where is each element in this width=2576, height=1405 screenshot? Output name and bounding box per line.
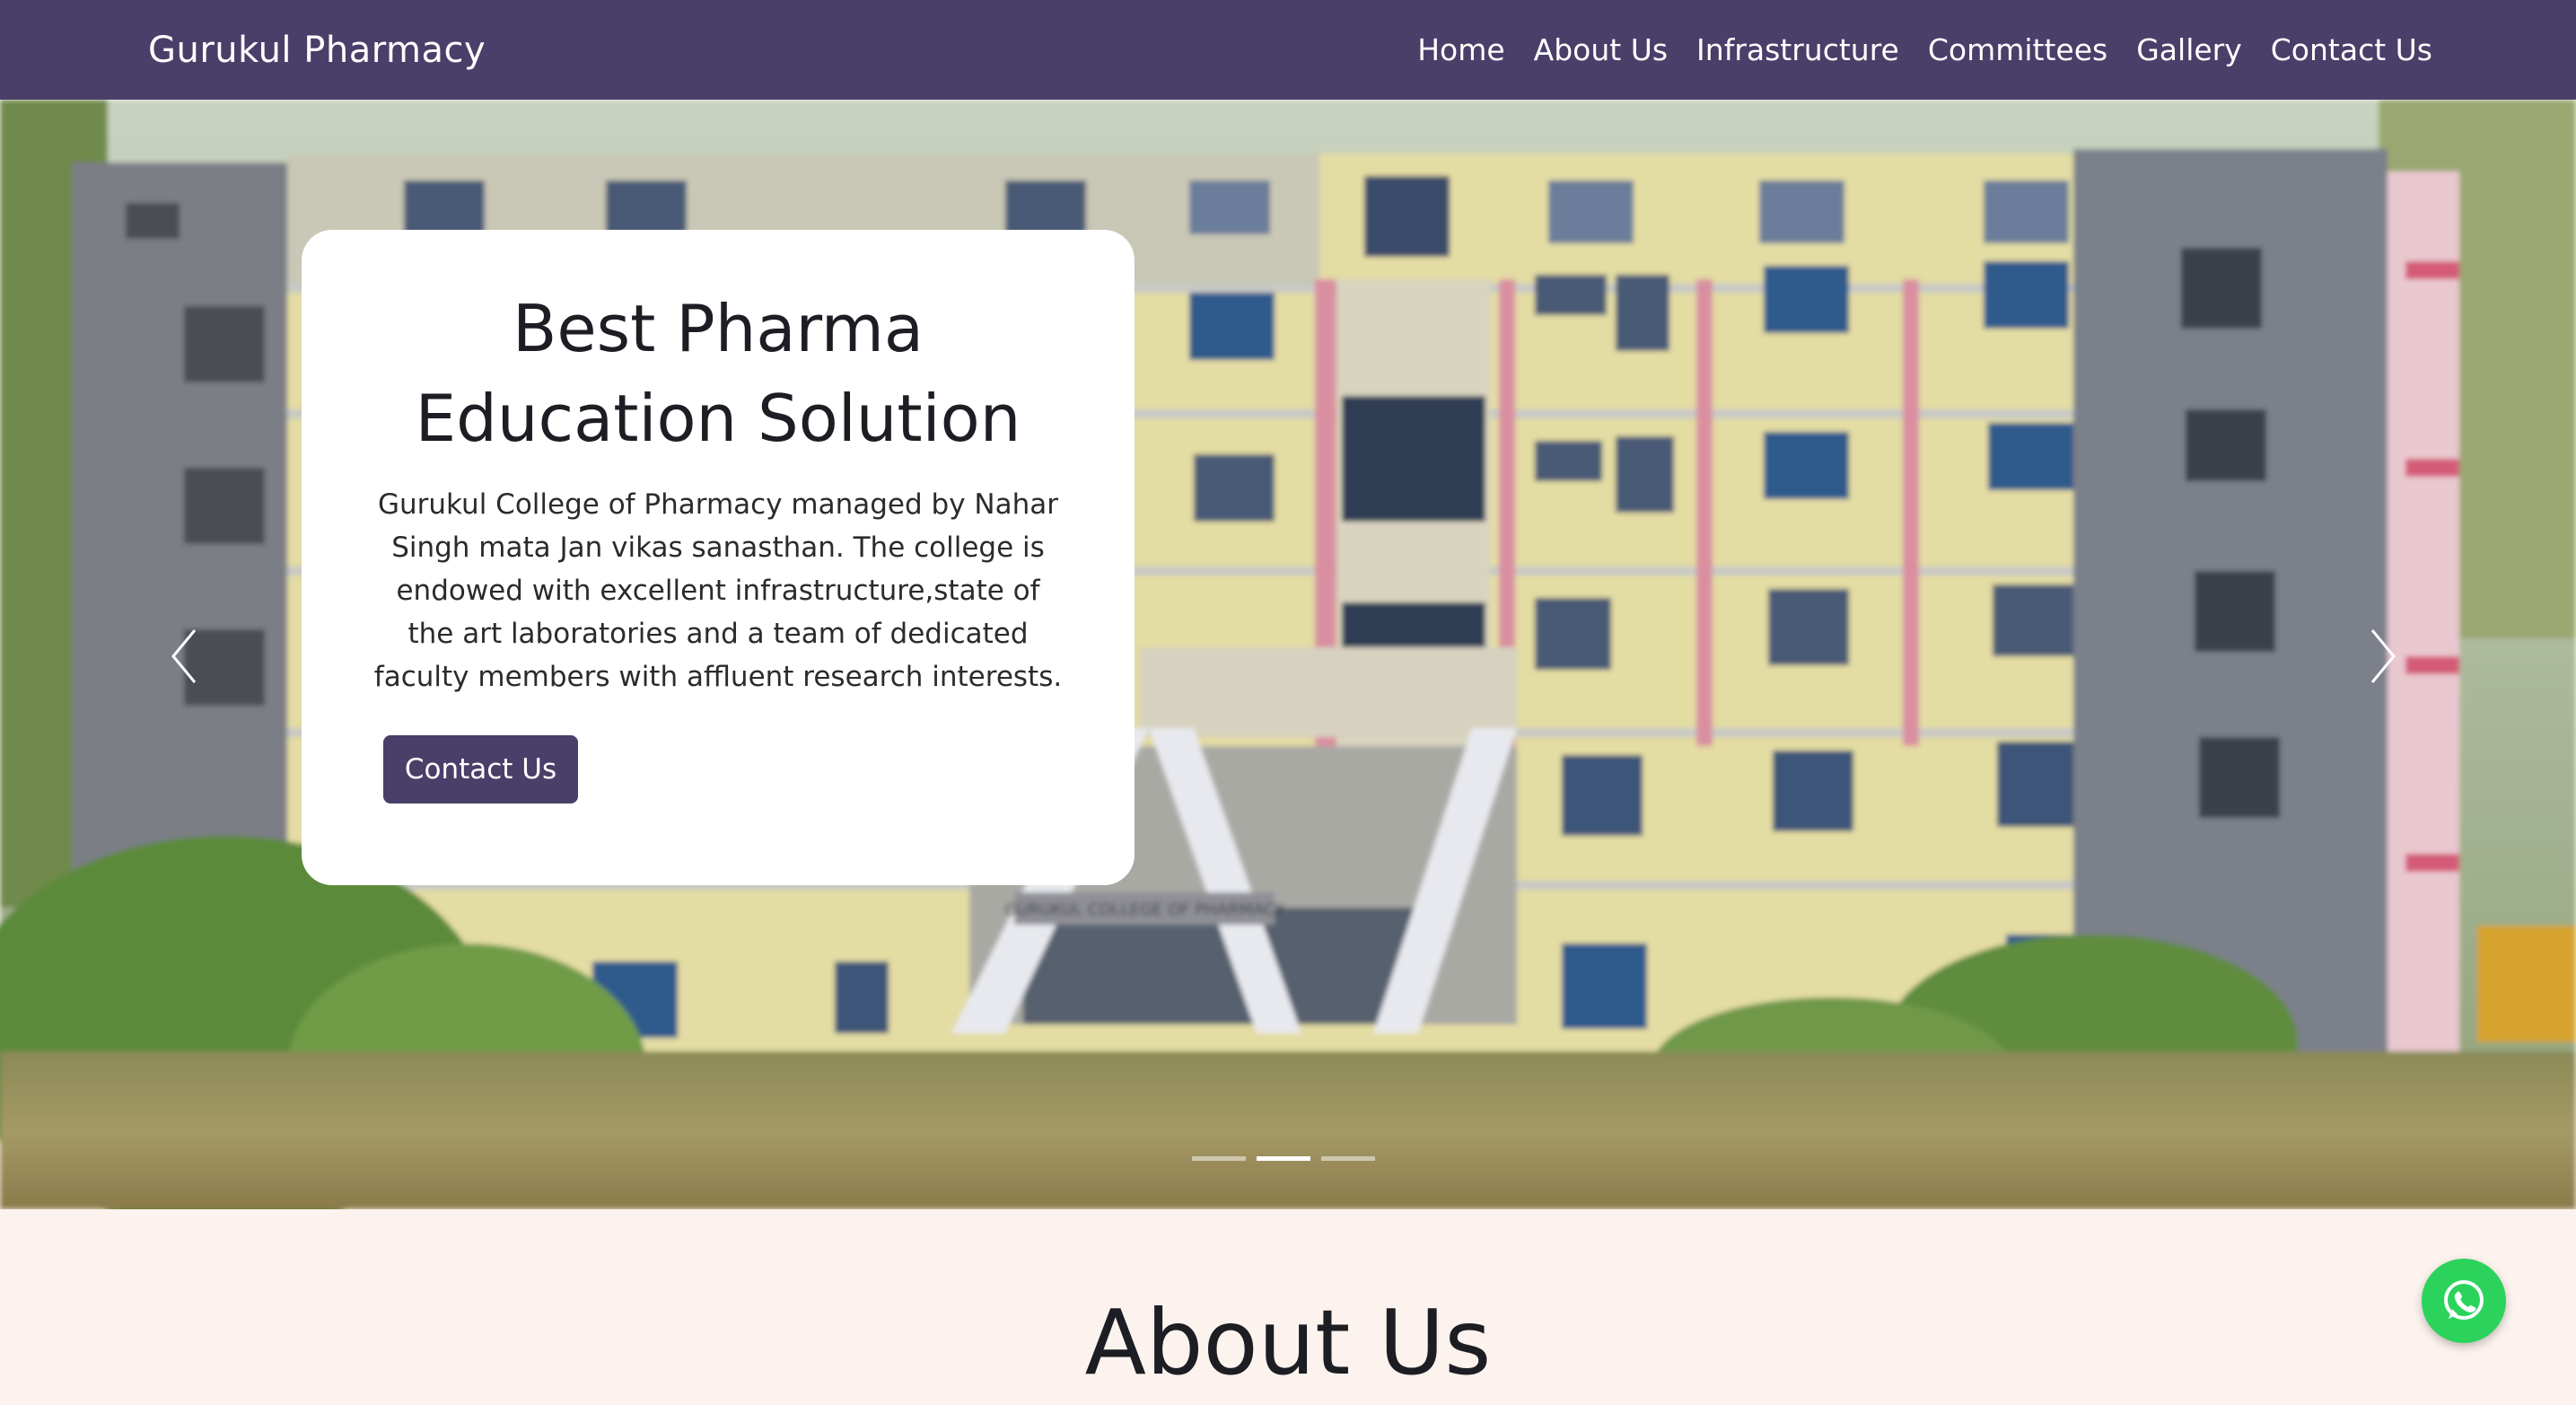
whatsapp-button[interactable]: [2422, 1259, 2506, 1343]
nav-link-home[interactable]: Home: [1417, 32, 1504, 67]
brand-logo-text[interactable]: Gurukul Pharmacy: [148, 30, 486, 71]
nav-link-infrastructure[interactable]: Infrastructure: [1696, 32, 1899, 67]
about-section: About Us: [0, 1209, 2576, 1405]
nav-link-committees[interactable]: Committees: [1928, 32, 2107, 67]
contact-us-button[interactable]: Contact Us: [383, 735, 578, 803]
nav-links: Home About Us Infrastructure Committees …: [1417, 32, 2432, 67]
hero-carousel: GURUKUL COLLEGE OF PHARMACY Best Pharma …: [0, 100, 2576, 1209]
building-sign-text: GURUKUL COLLEGE OF PHARMACY: [1004, 900, 1285, 919]
chevron-right-icon: [2370, 629, 2396, 683]
nav-link-about-us[interactable]: About Us: [1534, 32, 1668, 67]
carousel-indicator-1[interactable]: [1192, 1156, 1246, 1161]
carousel-indicators: [1192, 1156, 1375, 1161]
hero-title: Best Pharma Education Solution: [415, 291, 1021, 456]
chevron-left-icon: [171, 629, 197, 683]
nav-link-contact-us[interactable]: Contact Us: [2271, 32, 2432, 67]
whatsapp-icon: [2444, 1280, 2484, 1320]
navbar: Gurukul Pharmacy Home About Us Infrastru…: [0, 0, 2576, 100]
hero-description: Gurukul College of Pharmacy managed by N…: [373, 488, 1063, 693]
carousel-indicator-2[interactable]: [1257, 1156, 1310, 1161]
hero-card: Best Pharma Education Solution Gurukul C…: [302, 230, 1135, 885]
nav-link-gallery[interactable]: Gallery: [2136, 32, 2242, 67]
carousel-prev-button[interactable]: [157, 611, 211, 701]
about-title: About Us: [1084, 1290, 1492, 1395]
carousel-next-button[interactable]: [2356, 611, 2410, 701]
carousel-indicator-3[interactable]: [1321, 1156, 1375, 1161]
